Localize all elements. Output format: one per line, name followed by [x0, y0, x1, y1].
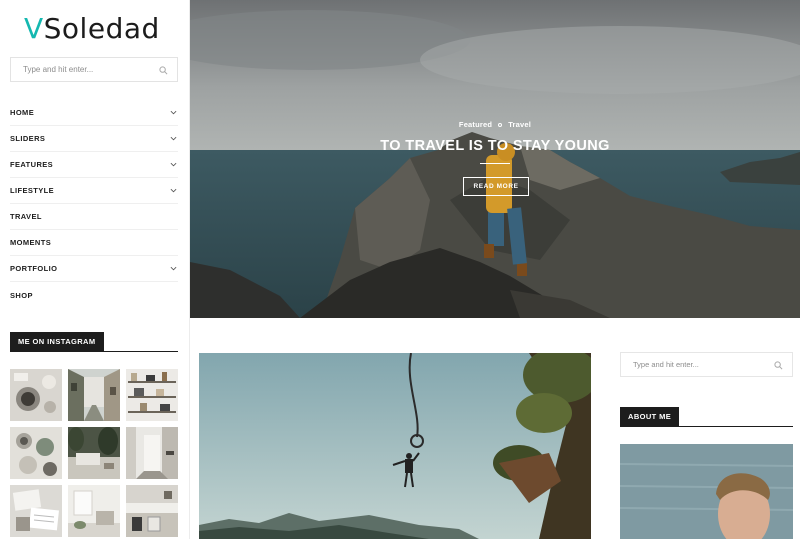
sidebar-search-input[interactable]: [11, 58, 151, 81]
instagram-photo[interactable]: [126, 485, 178, 537]
logo-v: V: [24, 12, 44, 45]
instagram-photo[interactable]: [68, 369, 120, 421]
menu-item-label: SLIDERS: [10, 134, 46, 143]
sidebar-search: [10, 57, 178, 82]
menu-item-label: HOME: [10, 108, 35, 117]
hero-divider: [480, 163, 510, 164]
menu-item-label: LIFESTYLE: [10, 186, 55, 195]
instagram-widget-title: ME ON INSTAGRAM: [10, 332, 104, 352]
logo-text: Soledad: [43, 12, 160, 45]
instagram-grid: [10, 369, 178, 537]
menu-item-shop[interactable]: SHOP: [10, 282, 178, 308]
category-featured[interactable]: Featured: [459, 120, 492, 129]
instagram-photo[interactable]: [68, 485, 120, 537]
about-me-photo: [620, 444, 793, 539]
instagram-widget-header: ME ON INSTAGRAM: [10, 331, 178, 352]
menu-item-moments[interactable]: MOMENTS: [10, 230, 178, 256]
menu-item-label: PORTFOLIO: [10, 264, 58, 273]
category-separator: [498, 123, 503, 128]
chevron-down-icon[interactable]: [170, 135, 177, 142]
instagram-photo[interactable]: [10, 427, 62, 479]
menu-item-lifestyle[interactable]: LIFESTYLE: [10, 178, 178, 204]
right-sidebar-search: [620, 352, 793, 377]
hero-categories: Featured Travel: [190, 120, 800, 129]
menu-item-label: MOMENTS: [10, 238, 52, 247]
instagram-photo[interactable]: [126, 369, 178, 421]
search-icon[interactable]: [159, 66, 168, 75]
instagram-photo[interactable]: [68, 427, 120, 479]
menu-item-label: TRAVEL: [10, 212, 42, 221]
left-sidebar: VSoledad HOME SLIDERS FEATURES LIFESTYLE…: [0, 0, 190, 539]
menu-item-label: SHOP: [10, 290, 33, 300]
category-travel[interactable]: Travel: [508, 120, 531, 129]
read-more-button[interactable]: READ MORE: [463, 177, 529, 196]
menu-item-travel[interactable]: TRAVEL: [10, 204, 178, 230]
instagram-photo[interactable]: [10, 369, 62, 421]
hero-title[interactable]: TO TRAVEL IS TO STAY YOUNG: [190, 138, 800, 154]
about-widget-header: ABOUT ME: [620, 406, 793, 427]
instagram-photo[interactable]: [10, 485, 62, 537]
menu-item-label: FEATURES: [10, 160, 54, 169]
menu-item-features[interactable]: FEATURES: [10, 152, 178, 178]
post-image: [199, 353, 591, 539]
menu-item-home[interactable]: HOME: [10, 100, 178, 126]
main-menu: HOME SLIDERS FEATURES LIFESTYLE TRAVEL M…: [10, 100, 178, 308]
about-widget-title: ABOUT ME: [620, 407, 680, 427]
site-logo[interactable]: VSoledad: [24, 12, 160, 45]
hero-slide[interactable]: Featured Travel TO TRAVEL IS TO STAY YOUN…: [190, 0, 800, 318]
chevron-down-icon[interactable]: [170, 161, 177, 168]
instagram-photo[interactable]: [126, 427, 178, 479]
menu-item-sliders[interactable]: SLIDERS: [10, 126, 178, 152]
post-thumbnail[interactable]: [199, 353, 591, 539]
chevron-down-icon[interactable]: [170, 187, 177, 194]
menu-item-portfolio[interactable]: PORTFOLIO: [10, 256, 178, 282]
hero-image: [190, 0, 800, 318]
right-search-input[interactable]: [621, 353, 766, 376]
search-icon[interactable]: [774, 361, 783, 370]
chevron-down-icon[interactable]: [170, 265, 177, 272]
chevron-down-icon[interactable]: [170, 109, 177, 116]
